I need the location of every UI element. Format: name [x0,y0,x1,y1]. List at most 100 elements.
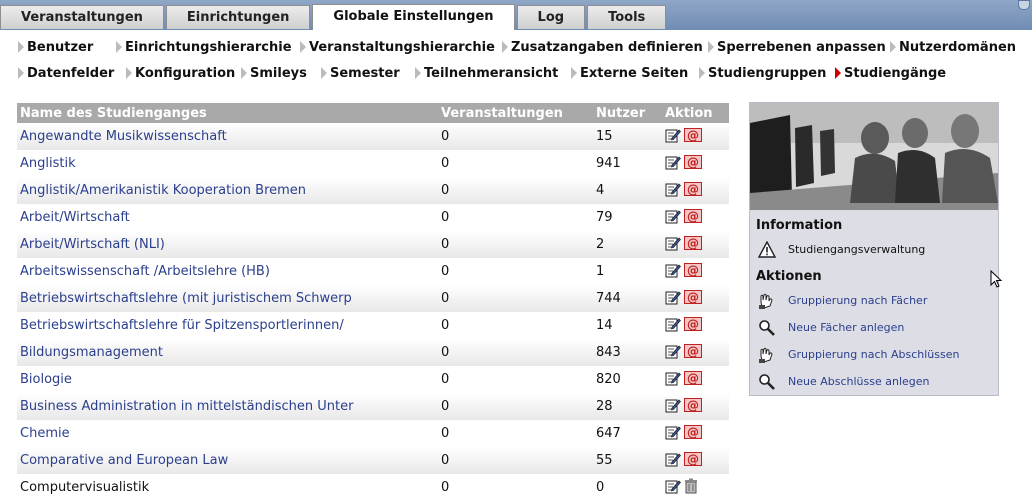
edit-icon[interactable] [665,127,681,143]
subnav-zusatzangaben[interactable]: Zusatzangaben definieren [502,38,708,56]
sidebar-action: Gruppierung nach Abschlüssen [750,341,998,368]
tab-einrichtungen[interactable]: Einrichtungen [165,5,311,29]
subnav-studiengruppen[interactable]: Studiengruppen [699,64,835,82]
edit-icon[interactable] [665,451,681,467]
edit-icon[interactable] [665,154,681,170]
arrow-right-icon [415,67,421,79]
subnav-smileys[interactable]: Smileys [241,64,321,82]
row-name-cell: Bildungsmanagement [17,339,438,366]
studiengang-link[interactable]: Anglistik/Amerikanistik Kooperation Brem… [20,183,306,198]
scrollbar-thumb[interactable] [1018,0,1030,10]
studiengang-link[interactable]: Arbeitswissenschaft /Arbeitslehre (HB) [20,264,270,279]
information-heading: Information [756,218,843,233]
row-events-cell: 0 [438,258,593,285]
edit-icon[interactable] [665,478,681,494]
mail-icon[interactable]: @ [684,424,702,440]
mail-icon[interactable]: @ [684,289,702,305]
subnav-datenfelder[interactable]: Datenfelder [18,64,126,82]
arrow-right-icon [890,41,896,53]
row-users-cell: 79 [593,204,662,231]
studiengang-link[interactable]: Betriebswirtschaftslehre für Spitzenspor… [20,318,344,333]
row-events-cell: 0 [438,366,593,393]
edit-icon[interactable] [665,343,681,359]
subnav-studiengaenge[interactable]: Studiengänge [835,64,946,82]
tab-log[interactable]: Log [516,5,586,29]
edit-icon[interactable] [665,262,681,278]
studiengang-link[interactable]: Arbeit/Wirtschaft (NLI) [20,237,165,252]
mail-icon[interactable]: @ [684,181,702,197]
mail-icon[interactable]: @ [684,316,702,332]
subnav-teilnehmeransicht[interactable]: Teilnehmeransicht [415,64,571,82]
sidebar-action: Gruppierung nach Fächer [750,287,998,314]
edit-icon[interactable] [665,397,681,413]
row-users-cell: 55 [593,447,662,474]
studiengang-link[interactable]: Chemie [20,426,70,441]
sidebar-action-link[interactable]: Gruppierung nach Abschlüssen [788,348,959,361]
subnav-benutzer[interactable]: Benutzer [18,38,116,56]
row-users-cell: 4 [593,177,662,204]
mail-icon[interactable]: @ [684,208,702,224]
studiengang-link[interactable]: Business Administration in mittelständis… [20,399,353,414]
mail-icon[interactable]: @ [684,343,702,359]
arrow-right-active-icon [835,67,841,79]
subnav-semester[interactable]: Semester [321,64,415,82]
tab-veranstaltungen[interactable]: Veranstaltungen [0,5,164,29]
row-name-cell: Anglistik/Amerikanistik Kooperation Brem… [17,177,438,204]
row-events-cell: 0 [438,474,593,501]
svg-text:@: @ [687,398,699,412]
mail-icon[interactable]: @ [684,235,702,251]
edit-icon[interactable] [665,208,681,224]
edit-icon[interactable] [665,316,681,332]
row-events-cell: 0 [438,177,593,204]
magnifier-icon [758,373,776,391]
studiengang-link[interactable]: Anglistik [20,156,76,171]
table-header-row: Name des Studienganges Veranstaltungen N… [17,103,729,123]
subnav-sperrebenen[interactable]: Sperrebenen anpassen [708,38,890,56]
row-name-cell: Business Administration in mittelständis… [17,393,438,420]
edit-icon[interactable] [665,235,681,251]
svg-text:@: @ [687,209,699,223]
edit-icon[interactable] [665,424,681,440]
tab-globale-einstellungen[interactable]: Globale Einstellungen [312,4,515,30]
subnav-externe-seiten[interactable]: Externe Seiten [571,64,699,82]
mail-icon[interactable]: @ [684,262,702,278]
table-row: Arbeit/Wirtschaft 0 79 @ [17,204,729,231]
studiengang-link[interactable]: Bildungsmanagement [20,345,163,360]
hand-pointer-icon [758,292,776,310]
studiengang-link[interactable]: Angewandte Musikwissenschaft [20,129,227,144]
edit-icon[interactable] [665,289,681,305]
studiengang-link[interactable]: Biologie [20,372,72,387]
svg-text:@: @ [687,182,699,196]
subnav-konfiguration[interactable]: Konfiguration [126,64,241,82]
mail-icon[interactable]: @ [684,397,702,413]
subnav-veranstaltungshierarchie[interactable]: Veranstaltungshierarchie [300,38,502,56]
info-row: Studiengangsverwaltung [750,236,998,263]
students-photo [750,103,998,210]
row-users-cell: 0 [593,474,662,501]
studiengang-link[interactable]: Betriebswirtschaftslehre (mit juristisch… [20,291,352,306]
row-action-cell: @ [662,447,729,474]
mail-icon[interactable]: @ [684,127,702,143]
mail-icon[interactable]: @ [684,154,702,170]
mail-icon[interactable]: @ [684,451,702,467]
table-row: Arbeitswissenschaft /Arbeitslehre (HB) 0 1… [17,258,729,285]
tab-tools[interactable]: Tools [587,5,667,29]
row-name-cell: Betriebswirtschaftslehre für Spitzenspor… [17,312,438,339]
subnav-einrichtungshierarchie[interactable]: Einrichtungshierarchie [116,38,300,56]
main-tabs: Veranstaltungen Einrichtungen Globale Ei… [0,4,668,30]
trash-icon[interactable] [684,478,700,494]
edit-icon[interactable] [665,181,681,197]
studiengang-link[interactable]: Arbeit/Wirtschaft [20,210,130,225]
studiengaenge-table: Name des Studienganges Veranstaltungen N… [17,103,729,501]
arrow-right-icon [321,67,327,79]
row-action-cell: @ [662,366,729,393]
row-action-cell: @ [662,393,729,420]
mail-icon[interactable]: @ [684,370,702,386]
sidebar-action-link[interactable]: Neue Abschlüsse anlegen [788,375,930,388]
sidebar-action-link[interactable]: Neue Fächer anlegen [788,321,904,334]
row-name-cell: Betriebswirtschaftslehre (mit juristisch… [17,285,438,312]
edit-icon[interactable] [665,370,681,386]
studiengang-link[interactable]: Comparative and European Law [20,453,228,468]
subnav-nutzerdomaenen[interactable]: Nutzerdomänen [890,38,1016,56]
sidebar-action-link[interactable]: Gruppierung nach Fächer [788,294,927,307]
